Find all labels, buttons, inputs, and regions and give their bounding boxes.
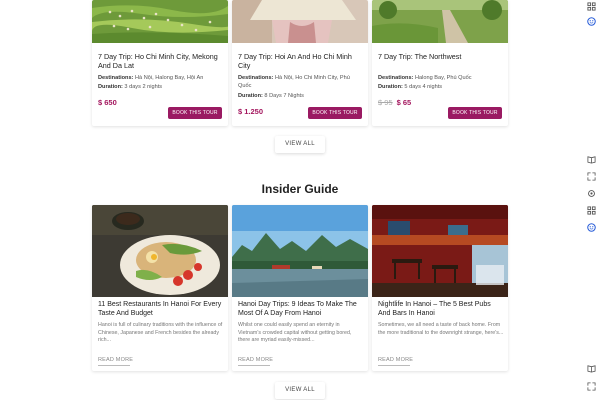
guide-title[interactable]: 11 Best Restaurants In Hanoi For Every T… — [98, 300, 224, 318]
tour-image-countryside-path[interactable] — [372, 0, 508, 43]
book-icon[interactable] — [585, 153, 597, 165]
read-more-link[interactable]: READ MORE — [378, 357, 413, 363]
duration-label: Duration: — [98, 84, 123, 90]
smiley-icon[interactable] — [585, 15, 597, 27]
read-more-underline — [378, 365, 410, 366]
guide-title[interactable]: Nightlife In Hanoi – The 5 Best Pubs And… — [378, 300, 504, 318]
page: 7 Day Trip: Ho Chi Minh City, Mekong And… — [0, 0, 600, 400]
book-tour-button[interactable]: BOOK THIS TOUR — [308, 107, 362, 119]
guide-card-row: 11 Best Restaurants In Hanoi For Every T… — [92, 205, 508, 371]
tour-destinations: Destinations: Halong Bay, Phú Quốc — [378, 74, 504, 82]
tour-price: $ 650 — [98, 98, 117, 107]
grid-icon[interactable] — [585, 204, 597, 216]
tour-destinations: Destinations: Hà Nội, Halong Bay, Hội An — [98, 74, 224, 82]
tours-view-all-button[interactable]: VIEW ALL — [275, 136, 325, 153]
price-value: $ 65 — [396, 98, 412, 107]
destinations-label: Destinations: — [238, 75, 274, 81]
tour-title[interactable]: 7 Day Trip: Ho Chi Minh City, Mekong And… — [98, 52, 224, 70]
tour-price: $ 1.250 — [238, 107, 263, 116]
tour-card[interactable]: 7 Day Trip: The Northwest Destinations: … — [372, 0, 508, 126]
book-icon[interactable] — [585, 362, 597, 374]
gear-icon[interactable] — [585, 187, 597, 199]
tour-card[interactable]: 7 Day Trip: Hoi An And Ho Chi Minh City … — [232, 0, 368, 126]
duration-value: 8 Days 7 Nights — [264, 93, 304, 99]
tour-card[interactable]: 7 Day Trip: Ho Chi Minh City, Mekong And… — [92, 0, 228, 126]
guide-excerpt: Sometimes, we all need a taste of back h… — [378, 322, 504, 336]
read-more-link[interactable]: READ MORE — [98, 357, 133, 363]
tour-card-row: 7 Day Trip: Ho Chi Minh City, Mekong And… — [92, 0, 508, 126]
guide-excerpt: Whilst one could easily spend an eternit… — [238, 322, 352, 344]
book-tour-button[interactable]: BOOK THIS TOUR — [168, 107, 222, 119]
guide-card[interactable]: 11 Best Restaurants In Hanoi For Every T… — [92, 205, 228, 371]
grid-icon[interactable] — [585, 0, 597, 12]
destinations-label: Destinations: — [378, 75, 414, 81]
guide-card[interactable]: Nightlife In Hanoi – The 5 Best Pubs And… — [372, 205, 508, 371]
tour-duration: Duration: 3 days 2 nights — [98, 83, 224, 91]
tour-title[interactable]: 7 Day Trip: The Northwest — [378, 52, 504, 61]
duration-label: Duration: — [378, 84, 403, 90]
read-more-underline — [238, 365, 270, 366]
expand-icon[interactable] — [585, 380, 597, 392]
guides-view-all-button[interactable]: VIEW ALL — [275, 382, 325, 399]
guide-title[interactable]: Hanoi Day Trips: 9 Ideas To Make The Mos… — [238, 300, 364, 318]
smiley-icon[interactable] — [585, 221, 597, 233]
insider-guide-heading: Insider Guide — [261, 182, 339, 196]
duration-value: 3 days 2 nights — [124, 84, 163, 90]
tour-duration: Duration: 5 days 4 nights — [378, 83, 504, 91]
guide-image-food-plate[interactable] — [92, 205, 228, 297]
destinations-value: Hà Nội, Halong Bay, Hội An — [135, 75, 204, 81]
tour-image-conical-hat[interactable] — [232, 0, 368, 43]
price-value: $ 650 — [98, 98, 117, 107]
destinations-label: Destinations: — [98, 75, 134, 81]
duration-label: Duration: — [238, 93, 263, 99]
tour-destinations: Destinations: Hà Nội, Ho Chi Minh City, … — [238, 74, 364, 90]
tour-title[interactable]: 7 Day Trip: Hoi An And Ho Chi Minh City — [238, 52, 364, 70]
guide-card[interactable]: Hanoi Day Trips: 9 Ideas To Make The Mos… — [232, 205, 368, 371]
guide-image-river-karst[interactable] — [232, 205, 368, 297]
destinations-value: Halong Bay, Phú Quốc — [415, 75, 472, 81]
old-price-value: $ 95 — [378, 98, 393, 107]
price-value: $ 1.250 — [238, 107, 264, 116]
tour-duration: Duration: 8 Days 7 Nights — [238, 92, 364, 100]
read-more-underline — [98, 365, 130, 366]
guide-image-pub-interior[interactable] — [372, 205, 508, 297]
duration-value: 5 days 4 nights — [404, 84, 443, 90]
expand-icon[interactable] — [585, 170, 597, 182]
read-more-link[interactable]: READ MORE — [238, 357, 273, 363]
book-tour-button[interactable]: BOOK THIS TOUR — [448, 107, 502, 119]
tour-price: $ 95 $ 65 — [378, 98, 411, 107]
guide-excerpt: Hanoi is full of culinary traditions wit… — [98, 322, 223, 344]
tour-image-rice-terrace[interactable] — [92, 0, 228, 43]
